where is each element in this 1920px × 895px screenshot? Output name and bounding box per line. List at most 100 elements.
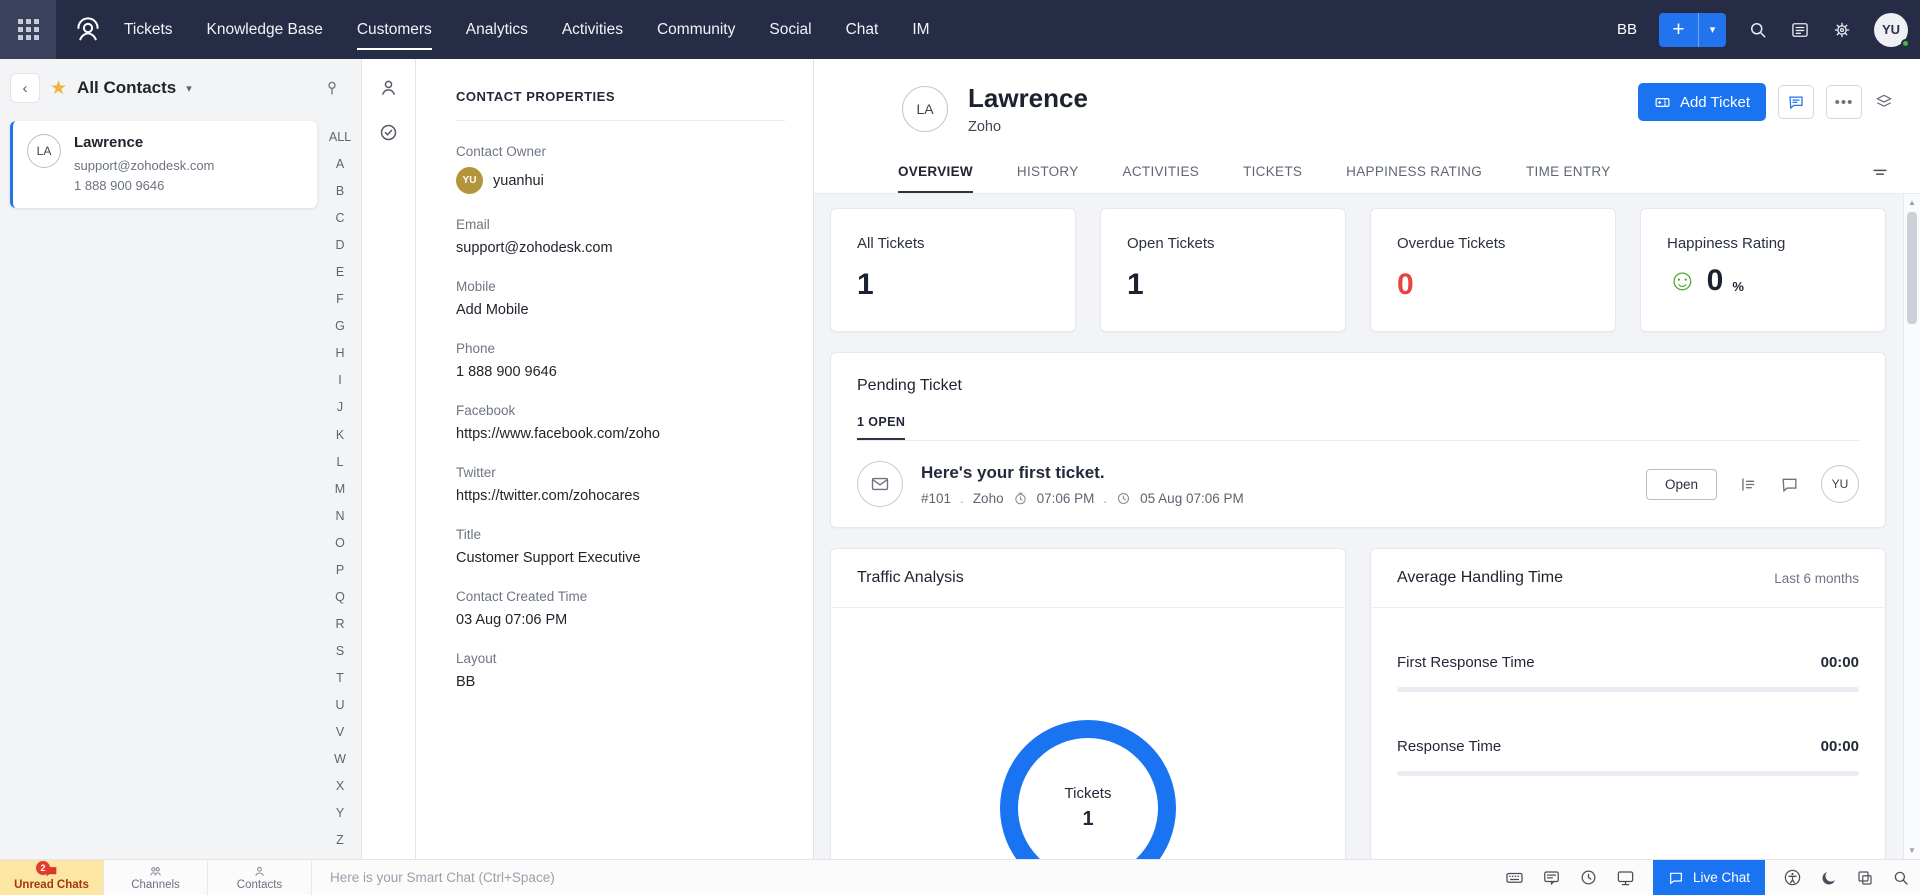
- dark-mode-moon-icon[interactable]: [1820, 869, 1838, 887]
- user-avatar[interactable]: YU: [1874, 13, 1908, 47]
- tab-options-icon[interactable]: [1870, 162, 1890, 182]
- alphabet-letter[interactable]: W: [334, 753, 346, 766]
- alphabet-letter[interactable]: B: [336, 185, 344, 198]
- field-value[interactable]: 1 888 900 9646: [456, 364, 785, 380]
- view-caret-icon[interactable]: ▾: [186, 82, 192, 95]
- field-value[interactable]: BB: [456, 674, 785, 690]
- ticket-status-badge[interactable]: Open: [1646, 469, 1717, 500]
- tab[interactable]: OVERVIEW: [898, 151, 973, 193]
- alphabet-letter[interactable]: Q: [335, 591, 345, 604]
- field-value[interactable]: https://www.facebook.com/zoho: [456, 426, 785, 442]
- contacts-view-title[interactable]: All Contacts: [77, 78, 176, 98]
- ticket-id[interactable]: #101: [921, 491, 951, 506]
- alphabet-letter[interactable]: T: [336, 672, 344, 685]
- alphabet-letter[interactable]: V: [336, 726, 344, 739]
- copy-widgets-icon[interactable]: [1856, 869, 1874, 887]
- alphabet-letter[interactable]: A: [336, 158, 344, 171]
- add-button[interactable]: +: [1659, 13, 1699, 47]
- tab[interactable]: TICKETS: [1243, 151, 1302, 193]
- add-ticket-button[interactable]: Add Ticket: [1638, 83, 1766, 121]
- favorite-star-icon[interactable]: ★: [50, 77, 67, 100]
- alphabet-letter[interactable]: E: [336, 266, 344, 279]
- vertical-scrollbar[interactable]: ▲ ▼: [1903, 194, 1920, 859]
- alphabet-letter[interactable]: S: [336, 645, 344, 658]
- contacts-tab[interactable]: Contacts: [208, 860, 312, 895]
- live-chat-button[interactable]: Live Chat: [1653, 860, 1765, 895]
- nav-item[interactable]: Community: [657, 0, 735, 59]
- nav-item[interactable]: Activities: [562, 0, 623, 59]
- alphabet-letter[interactable]: G: [335, 320, 345, 333]
- alphabet-letter[interactable]: Y: [336, 807, 344, 820]
- alphabet-letter[interactable]: R: [335, 618, 344, 631]
- nav-item[interactable]: Chat: [846, 0, 879, 59]
- stat-card-overdue-tickets[interactable]: Overdue Tickets 0: [1370, 208, 1616, 332]
- alphabet-letter[interactable]: O: [335, 537, 345, 550]
- alphabet-letter[interactable]: M: [335, 483, 345, 496]
- add-caret-icon[interactable]: ▾: [1699, 13, 1726, 47]
- unread-chats-tab[interactable]: 2 Unread Chats: [0, 860, 104, 895]
- alphabet-letter[interactable]: U: [335, 699, 344, 712]
- contact-list-item[interactable]: LA Lawrence support@zohodesk.com 1 888 9…: [10, 121, 317, 208]
- nav-item[interactable]: Customers: [357, 0, 432, 59]
- ticket-subject[interactable]: Here's your first ticket.: [921, 463, 1244, 483]
- back-chevron-icon[interactable]: ‹: [10, 73, 40, 103]
- department-label[interactable]: BB: [1617, 21, 1637, 38]
- open-filter-tab[interactable]: 1 OPEN: [857, 415, 905, 440]
- scroll-down-icon[interactable]: ▼: [1904, 846, 1920, 855]
- queue-icon[interactable]: [1739, 475, 1758, 494]
- owner-value[interactable]: YU yuanhui: [456, 167, 785, 194]
- field-value[interactable]: https://twitter.com/zohocares: [456, 488, 785, 504]
- tab[interactable]: HISTORY: [1017, 151, 1079, 193]
- channels-tab[interactable]: Channels: [104, 860, 208, 895]
- ticket-row[interactable]: Here's your first ticket. #101 . Zoho 07…: [857, 461, 1859, 507]
- alphabet-letter[interactable]: C: [335, 212, 344, 225]
- alphabet-letter[interactable]: H: [335, 347, 344, 360]
- stat-card-happiness-rating[interactable]: Happiness Rating ☺ 0 %: [1640, 208, 1886, 332]
- stat-card-all-tickets[interactable]: All Tickets 1: [830, 208, 1076, 332]
- alphabet-letter[interactable]: I: [338, 374, 341, 387]
- field-value[interactable]: Customer Support Executive: [456, 550, 785, 566]
- scroll-up-icon[interactable]: ▲: [1904, 198, 1920, 207]
- tickets-donut-chart[interactable]: Tickets 1: [1000, 720, 1176, 859]
- field-value[interactable]: Add Mobile: [456, 302, 785, 318]
- chat-search-icon[interactable]: [1892, 869, 1910, 887]
- more-actions-button[interactable]: •••: [1826, 85, 1862, 119]
- comment-icon[interactable]: [1780, 475, 1799, 494]
- contact-properties-icon[interactable]: [378, 77, 399, 98]
- alphabet-letter[interactable]: F: [336, 293, 344, 306]
- aht-range[interactable]: Last 6 months: [1774, 571, 1859, 586]
- alphabet-letter[interactable]: X: [336, 780, 344, 793]
- stat-card-open-tickets[interactable]: Open Tickets 1: [1100, 208, 1346, 332]
- nav-item[interactable]: Social: [769, 0, 811, 59]
- alphabet-letter[interactable]: L: [337, 456, 344, 469]
- nav-item[interactable]: Knowledge Base: [207, 0, 323, 59]
- zoho-desk-logo-icon[interactable]: [72, 14, 104, 46]
- keyboard-shortcuts-icon[interactable]: [1505, 868, 1524, 887]
- apps-grid-icon[interactable]: [0, 0, 56, 59]
- screen-share-icon[interactable]: [1616, 868, 1635, 887]
- nav-item[interactable]: Analytics: [466, 0, 528, 59]
- checklist-icon[interactable]: [378, 122, 399, 143]
- alphabet-letter[interactable]: J: [337, 401, 343, 414]
- tab[interactable]: ACTIVITIES: [1123, 151, 1200, 193]
- ticket-agent-avatar[interactable]: YU: [1821, 465, 1859, 503]
- settings-gear-icon[interactable]: [1832, 20, 1852, 40]
- search-icon[interactable]: [1748, 20, 1768, 40]
- alphabet-letter[interactable]: D: [335, 239, 344, 252]
- chat-with-contact-button[interactable]: [1778, 85, 1814, 119]
- smart-chat-input[interactable]: [312, 860, 1505, 895]
- field-value[interactable]: 03 Aug 07:06 PM: [456, 612, 785, 628]
- chat-history-icon[interactable]: [1579, 868, 1598, 887]
- pin-icon[interactable]: [323, 79, 341, 97]
- field-value[interactable]: support@zohodesk.com: [456, 240, 785, 256]
- nav-item[interactable]: IM: [912, 0, 929, 59]
- nav-item[interactable]: Tickets: [124, 0, 173, 59]
- scrollbar-thumb[interactable]: [1907, 212, 1917, 324]
- alphabet-letter[interactable]: ALL: [329, 131, 351, 144]
- tab[interactable]: HAPPINESS RATING: [1346, 151, 1482, 193]
- alphabet-letter[interactable]: N: [335, 510, 344, 523]
- feeds-panel-icon[interactable]: [1790, 20, 1810, 40]
- alphabet-letter[interactable]: Z: [336, 834, 344, 847]
- contact-header-company[interactable]: Zoho: [968, 119, 1088, 135]
- layers-icon[interactable]: [1874, 92, 1894, 112]
